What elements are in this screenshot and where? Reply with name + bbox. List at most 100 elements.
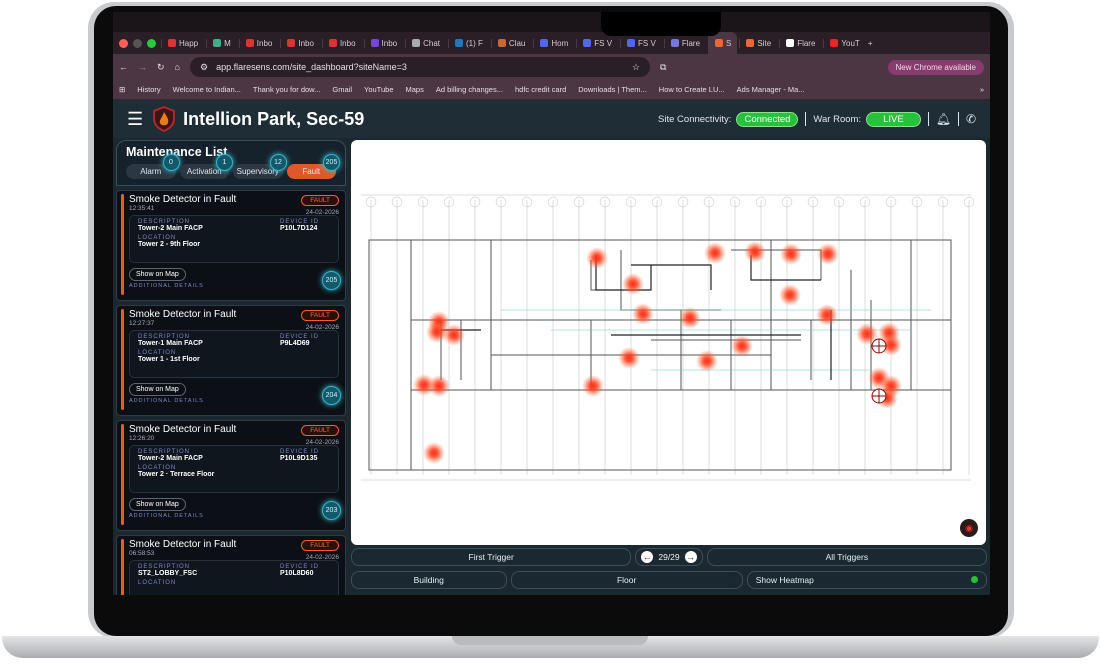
- first-trigger-button[interactable]: First Trigger: [351, 548, 631, 566]
- url-input[interactable]: ⚙ app.flaresens.com/site_dashboard?siteNa…: [190, 57, 650, 77]
- tab-favicon-icon: [786, 39, 794, 47]
- filter-count-badge: 12: [270, 154, 287, 171]
- heatmap-points: [413, 241, 902, 464]
- home-icon[interactable]: ⌂: [175, 62, 180, 72]
- tab-label: Inbo: [257, 39, 273, 48]
- tab-label: (1) F: [466, 39, 483, 48]
- browser-tab[interactable]: Flare: [779, 39, 821, 48]
- tab-label: FS V: [594, 39, 612, 48]
- show-on-map-button[interactable]: Show on Map: [129, 268, 186, 281]
- bookmark-item[interactable]: Downloads | Them...: [578, 85, 647, 94]
- browser-tab[interactable]: YouT: [823, 39, 865, 48]
- tab-label: Flare: [682, 39, 700, 48]
- maintenance-card[interactable]: Smoke Detector in Fault12:26:20FAULT24-0…: [116, 420, 346, 531]
- bookmark-star-icon[interactable]: ☆: [632, 62, 640, 73]
- show-heatmap-toggle[interactable]: Show Heatmap: [747, 571, 987, 589]
- show-on-map-button[interactable]: Show on Map: [129, 383, 186, 396]
- next-arrow-icon[interactable]: →: [685, 551, 697, 563]
- site-settings-icon[interactable]: ⚙: [200, 62, 208, 73]
- maintenance-card[interactable]: Smoke Detector in Fault12:27:37FAULT24-0…: [116, 305, 346, 416]
- filter-tab-activation[interactable]: Activation1: [180, 164, 230, 179]
- tab-label: FS V: [638, 39, 656, 48]
- bookmark-item[interactable]: Ads Manager - Ma...: [737, 85, 805, 94]
- additional-details-link[interactable]: ADDITIONAL DETAILS: [129, 283, 339, 289]
- device-id-value: P9L4D69: [280, 340, 319, 347]
- bookmark-item[interactable]: Ad billing changes...: [436, 85, 503, 94]
- bookmark-item[interactable]: Welcome to Indian...: [173, 85, 241, 94]
- phone-icon[interactable]: ✆: [966, 112, 976, 126]
- connectivity-status: Connected: [736, 112, 798, 127]
- tab-label: S: [726, 39, 731, 48]
- browser-tab[interactable]: (1) F: [448, 39, 489, 48]
- additional-details-link[interactable]: ADDITIONAL DETAILS: [129, 513, 339, 519]
- browser-tab[interactable]: Chat: [405, 39, 446, 48]
- url-text: app.flaresens.com/site_dashboard?siteNam…: [216, 62, 407, 72]
- maximize-window-button[interactable]: [147, 39, 156, 48]
- filter-tab-fault[interactable]: Fault205: [287, 164, 337, 179]
- filter-label: Alarm: [140, 167, 161, 176]
- new-chrome-button[interactable]: New Chrome available: [888, 60, 984, 75]
- tab-favicon-icon: [329, 39, 337, 47]
- tab-label: Chat: [423, 39, 440, 48]
- bookmarks-more[interactable]: »: [980, 85, 984, 94]
- browser-tab[interactable]: Inbo: [239, 39, 279, 48]
- bell-icon[interactable]: 🔔︎: [936, 112, 951, 126]
- filter-controls: Building Floor Show Heatmap: [351, 571, 987, 589]
- browser-tab[interactable]: FS V: [576, 39, 618, 48]
- browser-tab[interactable]: FS V: [620, 39, 662, 48]
- browser-tab[interactable]: Flare: [664, 39, 706, 48]
- bookmark-item[interactable]: Gmail: [332, 85, 352, 94]
- browser-tab[interactable]: Inbo: [322, 39, 362, 48]
- back-icon[interactable]: ←: [119, 62, 128, 72]
- bookmark-item[interactable]: How to Create LU...: [659, 85, 725, 94]
- warroom-status[interactable]: LIVE: [866, 112, 921, 127]
- bookmark-item[interactable]: History: [137, 85, 160, 94]
- status-badge: FAULT: [301, 310, 339, 321]
- bookmark-item[interactable]: hdfc credit card: [515, 85, 566, 94]
- laptop-notch: [452, 636, 648, 645]
- bookmark-item[interactable]: YouTube: [364, 85, 393, 94]
- screen: HappMInboInboInboInboChat(1) FClauHomFS …: [113, 12, 990, 595]
- filter-tab-alarm[interactable]: Alarm0: [126, 164, 176, 179]
- heatmap-label: Show Heatmap: [756, 575, 814, 585]
- forward-icon[interactable]: →: [138, 62, 147, 72]
- new-tab-icon[interactable]: +: [868, 39, 873, 48]
- card-number-badge: 204: [322, 386, 341, 405]
- bookmark-item[interactable]: Thank you for dow...: [253, 85, 321, 94]
- building-select[interactable]: Building: [351, 571, 507, 589]
- filter-tab-supervisory[interactable]: Supervisory12: [233, 164, 283, 179]
- minimize-window-button[interactable]: [133, 39, 142, 48]
- browser-tab[interactable]: Clau: [491, 39, 531, 48]
- tab-label: Inbo: [298, 39, 314, 48]
- show-on-map-button[interactable]: Show on Map: [129, 498, 186, 511]
- bookmark-item[interactable]: Maps: [406, 85, 424, 94]
- device-id-group: DEVICE IDP9L4D69: [280, 334, 319, 347]
- tab-favicon-icon: [498, 39, 506, 47]
- close-window-button[interactable]: [119, 39, 128, 48]
- browser-tab[interactable]: M: [206, 39, 237, 48]
- additional-details-link[interactable]: ADDITIONAL DETAILS: [129, 398, 339, 404]
- maintenance-card[interactable]: Smoke Detector in Fault06:58:53FAULT24-0…: [116, 535, 346, 595]
- extensions-icon[interactable]: ⧉: [660, 62, 666, 73]
- filter-label: Fault: [302, 167, 320, 176]
- menu-icon[interactable]: ☰: [127, 109, 143, 130]
- browser-tab[interactable]: Inbo: [280, 39, 320, 48]
- tab-label: Site: [757, 39, 771, 48]
- apps-icon[interactable]: ⊞: [119, 85, 125, 94]
- address-bar-row: ← → ↻ ⌂ ⚙ app.flaresens.com/site_dashboar…: [113, 54, 990, 80]
- browser-tab[interactable]: Hom: [533, 39, 574, 48]
- tab-favicon-icon: [627, 39, 635, 47]
- maintenance-card[interactable]: Smoke Detector in Fault12:35:41FAULT24-0…: [116, 190, 346, 301]
- tab-label: Hom: [551, 39, 568, 48]
- device-id-group: DEVICE IDP10L9D135: [280, 449, 319, 462]
- floor-plan-map[interactable]: ◉: [351, 140, 986, 545]
- floor-select[interactable]: Floor: [511, 571, 743, 589]
- all-triggers-button[interactable]: All Triggers: [707, 548, 987, 566]
- record-icon[interactable]: ◉: [960, 519, 978, 537]
- reload-icon[interactable]: ↻: [157, 62, 165, 73]
- browser-tab[interactable]: Happ: [161, 39, 204, 48]
- browser-tab[interactable]: Site: [739, 39, 777, 48]
- browser-tab[interactable]: Inbo: [364, 39, 404, 48]
- filter-count-badge: 1: [216, 154, 233, 171]
- prev-arrow-icon[interactable]: ←: [641, 551, 653, 563]
